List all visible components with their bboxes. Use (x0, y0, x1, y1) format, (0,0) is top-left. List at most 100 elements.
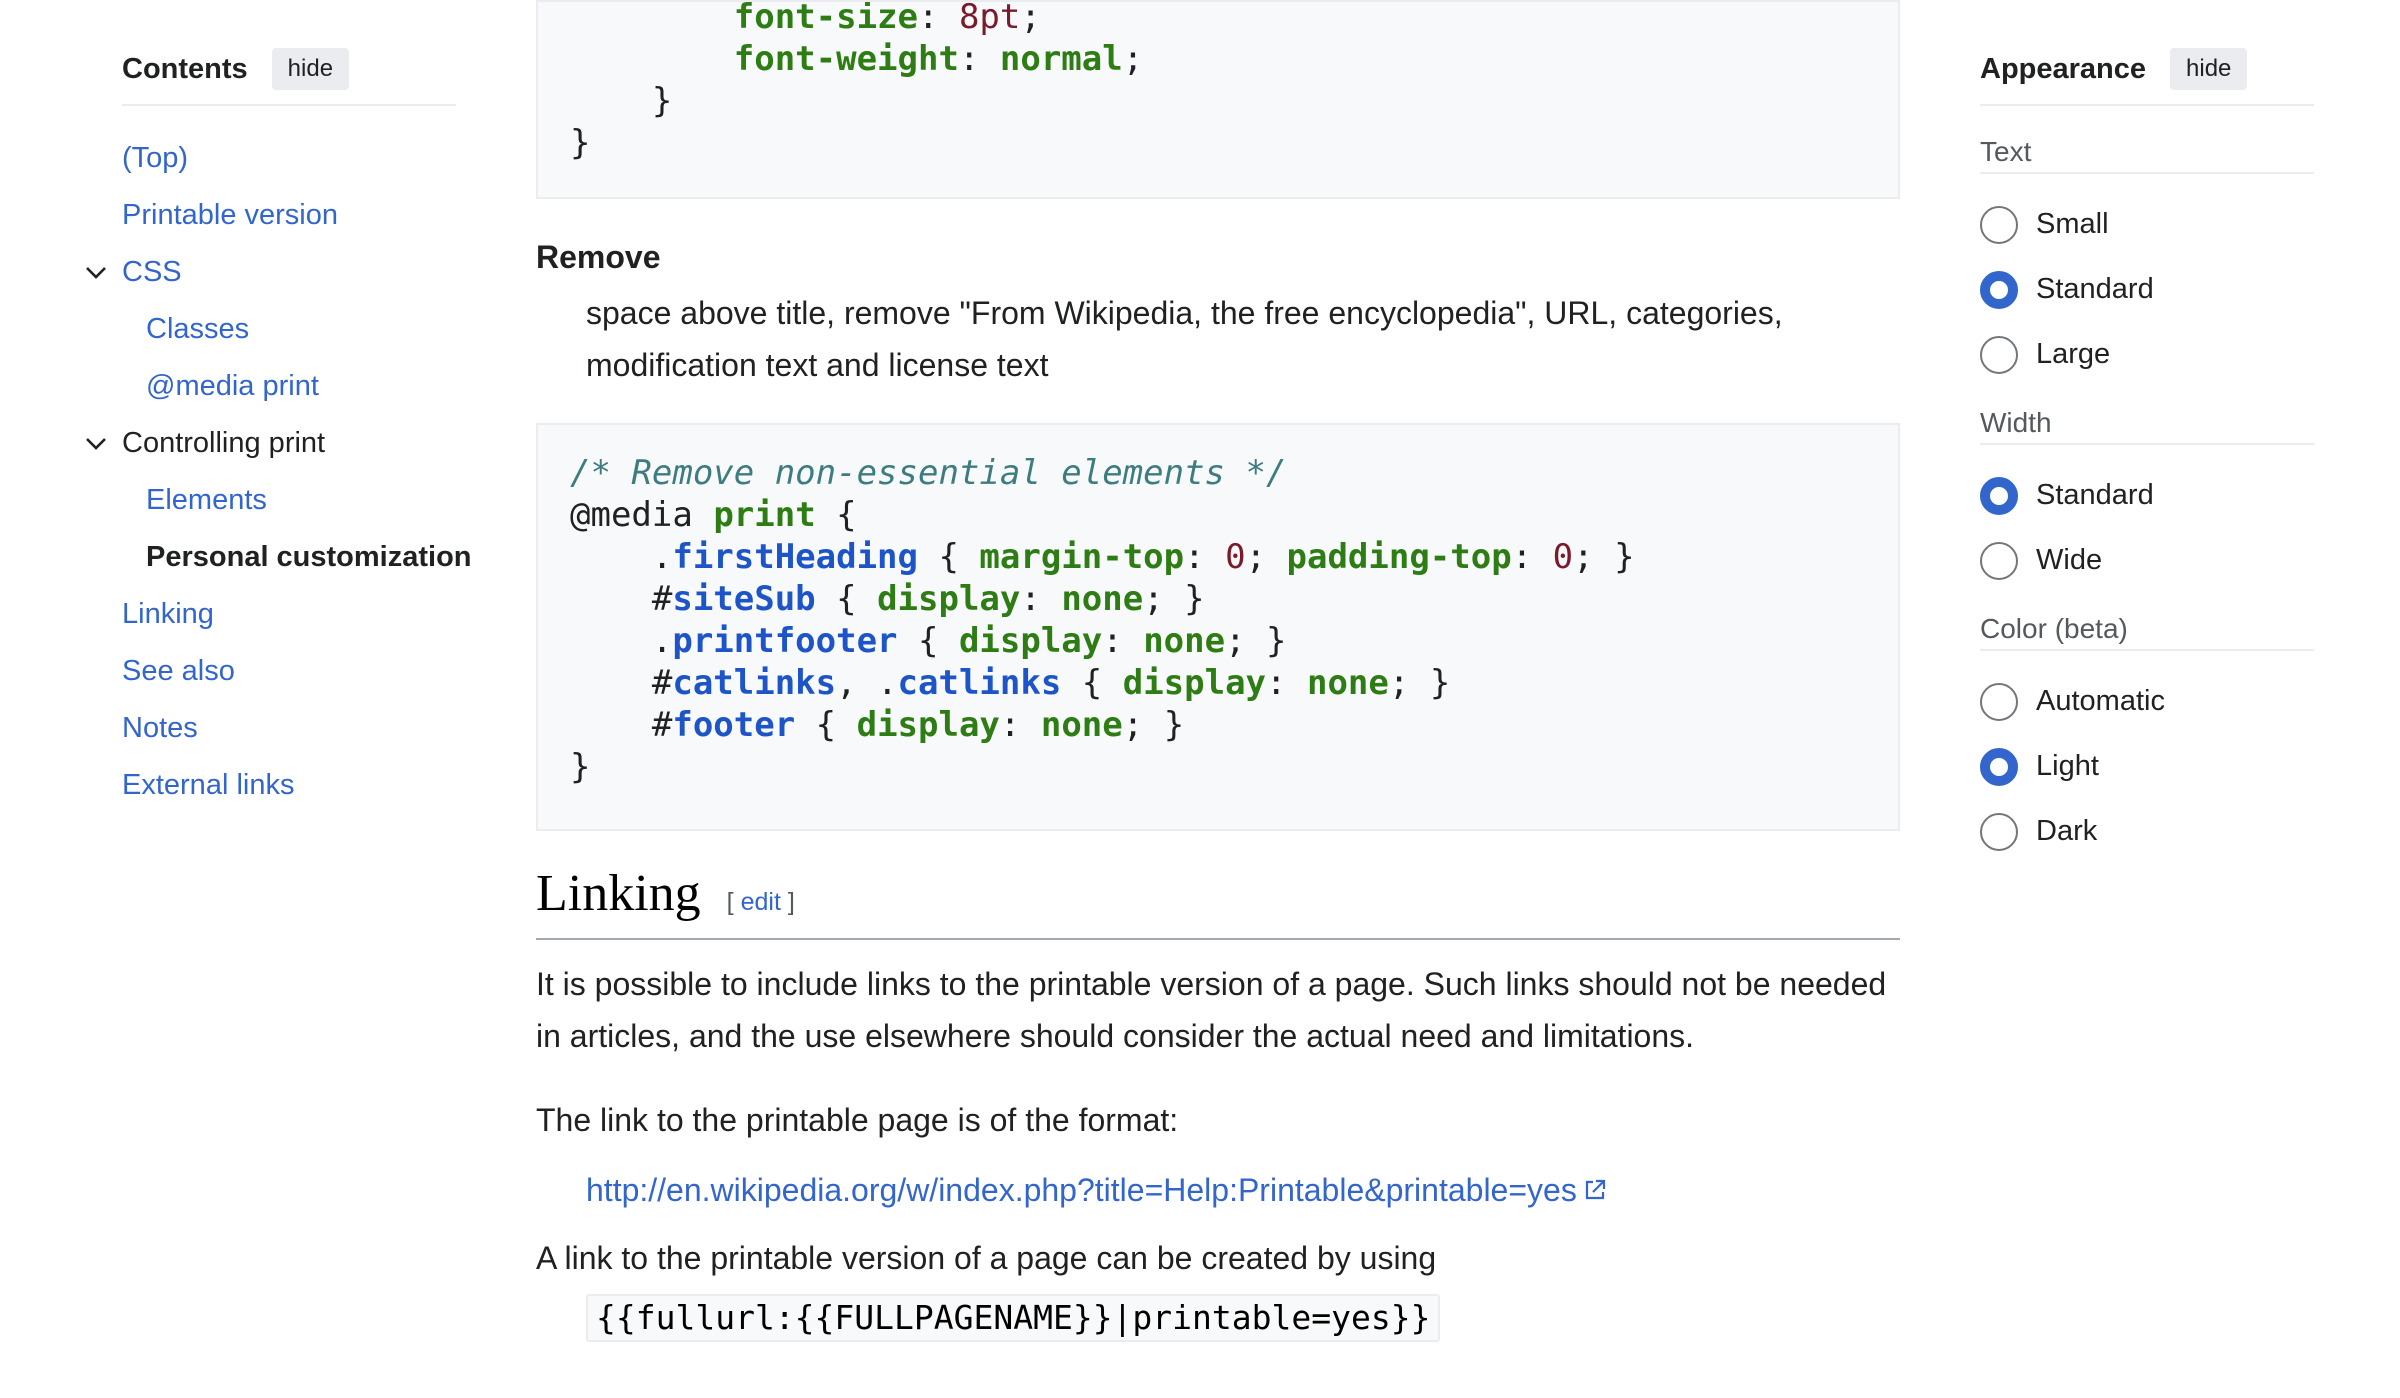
radio-label: Light (2036, 750, 2099, 782)
inline-code: {{fullurl:{{FULLPAGENAME}}|printable=yes… (586, 1294, 1441, 1342)
toc-item-printable-version[interactable]: Printable version (122, 187, 456, 244)
radio-label: Automatic (2036, 685, 2165, 717)
radio-button[interactable] (1980, 812, 2018, 851)
toc-item-media-print[interactable]: @media print (122, 358, 456, 415)
radio-color-light[interactable]: Light (1980, 734, 2314, 799)
toc-link[interactable]: @media print (146, 370, 319, 402)
section-edit: [ edit ] (726, 888, 795, 916)
toc-link[interactable]: Controlling print (122, 427, 325, 459)
chevron-down-icon[interactable] (82, 415, 110, 472)
appearance-panel: Appearance hide Text Small Standard Larg… (1980, 48, 2314, 864)
code-value: 8pt (958, 0, 1021, 37)
code-property: font-size (733, 0, 918, 37)
toc-link[interactable]: External links (122, 769, 294, 801)
radio-color-automatic[interactable]: Automatic (1980, 669, 2314, 734)
group-title-width: Width (1980, 401, 2314, 445)
toc-link[interactable]: Elements (146, 484, 267, 516)
code-comment: /* Remove non-essential elements */ (570, 453, 1287, 493)
toc-header: Contents hide (122, 48, 456, 106)
radio-button-selected[interactable] (1980, 270, 2018, 309)
toc-link[interactable]: Classes (146, 313, 249, 345)
code-value: 0 (1552, 537, 1574, 577)
code-block: /* Remove non-essential elements */ @med… (536, 423, 1900, 831)
definition-term: Remove (536, 239, 661, 275)
radio-label: Standard (2036, 479, 2154, 511)
appearance-hide-button[interactable]: hide (2170, 48, 2248, 90)
toc-item-top[interactable]: (Top) (122, 130, 456, 187)
code-value: none (1040, 705, 1123, 745)
paragraph: The link to the printable page is of the… (536, 1102, 1179, 1138)
code-block: font-size: 8pt; font-weight: normal; } } (536, 0, 1900, 199)
group-title-color: Color (beta) (1980, 607, 2314, 651)
radio-label: Large (2036, 338, 2111, 370)
radio-text-standard[interactable]: Standard (1980, 257, 2314, 322)
radio-button[interactable] (1980, 205, 2018, 244)
code-at-rule: @media (570, 495, 693, 535)
article-content: font-size: 8pt; font-weight: normal; } }… (536, 0, 1900, 1342)
toc-link[interactable]: Personal customization (146, 541, 472, 573)
radio-button[interactable] (1980, 335, 2018, 374)
radio-color-dark[interactable]: Dark (1980, 799, 2314, 864)
toc-item-see-also[interactable]: See also (122, 643, 456, 700)
printable-url-text[interactable]: http://en.wikipedia.org/w/index.php?titl… (586, 1164, 1577, 1216)
edit-link[interactable]: edit (741, 888, 781, 916)
toc-link[interactable]: (Top) (122, 142, 188, 174)
code-value: none (1306, 663, 1389, 703)
toc-item-elements[interactable]: Elements (122, 472, 456, 529)
toc-link[interactable]: Printable version (122, 199, 338, 231)
appearance-header: Appearance hide (1980, 48, 2314, 106)
toc-link[interactable]: Linking (122, 598, 214, 630)
code-value: none (1061, 579, 1144, 619)
code-selector: catlinks (897, 663, 1062, 703)
toc-item-personal-customization[interactable]: Personal customization (122, 529, 472, 586)
radio-button[interactable] (1980, 682, 2018, 721)
code-selector: siteSub (672, 579, 816, 619)
toc-item-controlling-print[interactable]: Controlling print (86, 415, 456, 472)
radio-label: Dark (2036, 815, 2098, 847)
code-value: 0 (1225, 537, 1246, 577)
table-of-contents: Contents hide (Top) Printable version CS… (86, 48, 472, 814)
url-line: http://en.wikipedia.org/w/index.php?titl… (586, 1164, 1900, 1216)
radio-label: Wide (2036, 544, 2103, 576)
code-keyword: print (713, 495, 816, 535)
paragraph: It is possible to include links to the p… (536, 966, 1887, 1054)
code-selector: printfooter (672, 621, 898, 661)
group-title-text: Text (1980, 130, 2314, 174)
section-title: Linking (536, 865, 701, 922)
code-value: normal (999, 39, 1123, 79)
radio-button-selected[interactable] (1980, 476, 2018, 515)
toc-item-linking[interactable]: Linking (122, 586, 456, 643)
code-selector: catlinks (672, 663, 837, 703)
radio-label: Small (2036, 208, 2109, 240)
code-block-text: font-size: 8pt; font-weight: normal; } } (570, 0, 1143, 164)
radio-width-standard[interactable]: Standard (1980, 463, 2314, 528)
toc-link[interactable]: CSS (122, 256, 182, 288)
external-link-icon (1585, 1179, 1605, 1200)
toc-link[interactable]: See also (122, 655, 235, 687)
code-property: display (877, 579, 1021, 619)
radio-button[interactable] (1980, 541, 2018, 580)
appearance-title: Appearance (1980, 52, 2147, 85)
definition-description: space above title, remove "From Wikipedi… (586, 295, 1783, 383)
code-property: display (856, 705, 1000, 745)
radio-width-wide[interactable]: Wide (1980, 528, 2314, 593)
toc-item-classes[interactable]: Classes (122, 301, 456, 358)
code-property: font-weight (733, 39, 959, 79)
radio-text-large[interactable]: Large (1980, 322, 2314, 387)
toc-item-css[interactable]: CSS (86, 244, 456, 301)
toc-item-external-links[interactable]: External links (122, 757, 456, 814)
radio-label: Standard (2036, 273, 2154, 305)
code-property: margin-top (979, 537, 1185, 577)
radio-button-selected[interactable] (1980, 747, 2018, 786)
section-heading-linking: Linking [ edit ] (536, 864, 1900, 940)
toc-item-notes[interactable]: Notes (122, 700, 456, 757)
code-property: display (1122, 663, 1267, 703)
code-selector: footer (672, 705, 796, 745)
toc-title: Contents (122, 52, 248, 85)
toc-hide-button[interactable]: hide (271, 48, 350, 90)
chevron-down-icon[interactable] (82, 244, 110, 301)
printable-url-link[interactable]: http://en.wikipedia.org/w/index.php?titl… (586, 1164, 1607, 1216)
toc-link[interactable]: Notes (122, 712, 198, 744)
code-property: display (958, 621, 1103, 661)
radio-text-small[interactable]: Small (1980, 192, 2314, 257)
